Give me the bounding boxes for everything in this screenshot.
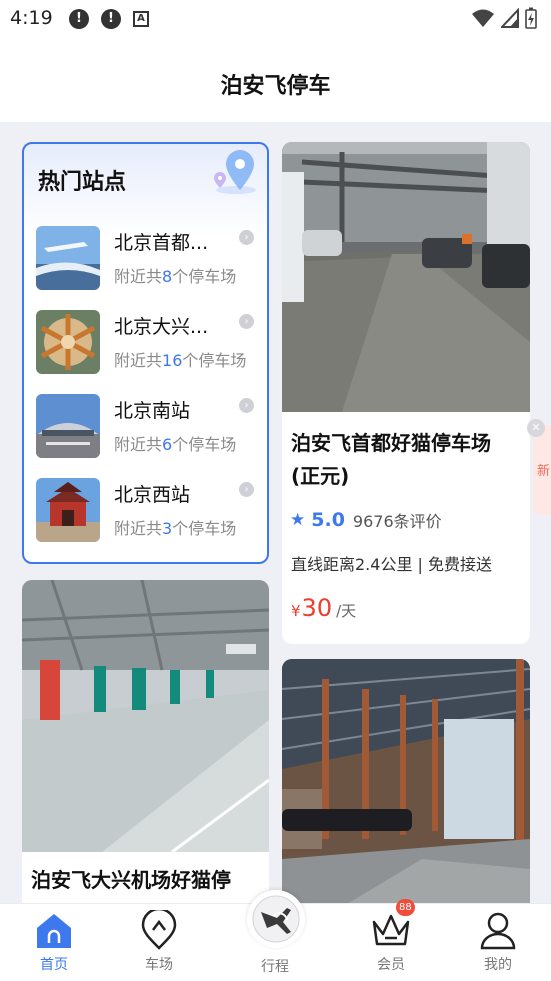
station-name: 北京大兴... [114,316,209,338]
south-station-thumbnail [36,394,100,458]
alert-icon-2: ! [101,9,121,29]
lot-name-line-1: 泊安飞大兴机场好猫停 [31,868,231,892]
system-icons [471,7,537,29]
tab-label: 会员 [377,957,405,973]
chevron-right-icon: › [239,482,254,497]
chevron-right-icon: › [239,398,254,413]
tab-member[interactable]: 会员 [351,904,431,981]
station-nearby-count: 附近共6个停车场 [114,435,237,454]
tab-mine[interactable]: 我的 [458,904,538,981]
map-pin-decoration-icon [206,146,267,200]
chevron-right-icon: › [239,314,254,329]
west-station-thumbnail [36,478,100,542]
airport-thumbnail [36,226,100,290]
station-name: 北京南站 [114,400,191,422]
station-name: 北京首都... [114,232,209,254]
parking-lot-photo [282,659,530,919]
a-notification-icon: A [133,11,149,27]
price-currency: ¥ [291,602,301,620]
parking-lot-card-warehouse[interactable] [282,659,530,919]
tab-label: 行程 [261,959,289,975]
tab-home[interactable]: 首页 [14,904,94,981]
station-nearby-count: 附近共8个停车场 [114,267,237,286]
rating-value: 5.0 [311,509,345,531]
chevron-right-icon: › [239,230,254,245]
tab-label: 我的 [484,957,512,973]
status-time: 4:19 [10,7,53,29]
signal-icon [501,8,519,28]
hot-stations-card: 热门站点 北京首都... 附近共8个停车场 › 北京大兴... 附近共16个停车… [22,142,269,564]
station-nearby-count: 附近共3个停车场 [114,519,237,538]
daxing-thumbnail [36,310,100,374]
status-bar: 4:19 ! ! A [0,0,551,38]
parking-lot-card-daxing-haomao[interactable]: 泊安飞大兴机场好猫停 [22,580,269,910]
lot-rating: ★ 5.0 9676条评价 [290,508,442,532]
wifi-icon [472,9,494,27]
promo-float-tab[interactable]: 新 [533,425,551,515]
price-amount: 30 [301,594,333,622]
price-unit: /天 [336,602,357,620]
star-icon: ★ [290,510,306,530]
lot-distance-info: 直线距离2.4公里 | 免费接送 [291,555,493,574]
tab-label: 车场 [145,957,173,973]
close-icon[interactable]: ✕ [527,419,545,437]
station-item-beijing-west[interactable]: 北京西站 附近共3个停车场 › [36,478,264,542]
member-badge: 88 [396,899,415,916]
location-pin-icon [141,910,177,950]
tab-parking[interactable]: 车场 [119,904,199,981]
station-item-beijing-south[interactable]: 北京南站 附近共6个停车场 › [36,394,264,458]
parking-lot-photo [22,580,269,852]
crown-icon [372,914,410,946]
station-name: 北京西站 [114,484,191,506]
bottom-tab-bar: 首页 车场 行程 会员 88 我的 [0,890,551,981]
user-icon [480,912,516,950]
page-title: 泊安飞停车 [220,74,331,99]
tab-label: 首页 [40,957,68,973]
lot-name-line-1: 泊安飞首都好猫停车场 [291,431,491,455]
station-nearby-count: 附近共16个停车场 [114,351,247,370]
home-icon [37,914,71,948]
lot-price: ¥ 30 /天 [291,594,356,622]
notification-icons: ! ! A [69,9,149,29]
battery-icon [525,7,537,29]
station-item-beijing-capital[interactable]: 北京首都... 附近共8个停车场 › [36,226,264,290]
review-count: 9676条评价 [352,512,442,531]
promo-float-text: 新 [537,464,551,479]
parking-lot-photo [282,142,530,412]
lot-name-line-2: (正元) [291,464,350,488]
alert-icon: ! [69,9,89,29]
hot-stations-title: 热门站点 [38,170,127,195]
app-header: 泊安飞停车 [0,38,551,122]
station-item-beijing-daxing[interactable]: 北京大兴... 附近共16个停车场 › [36,310,264,374]
parking-lot-card-capital-haomao[interactable]: 泊安飞首都好猫停车场 (正元) ★ 5.0 9676条评价 直线距离2.4公里 … [282,142,530,644]
tab-trip[interactable]: 行程 [235,904,315,981]
